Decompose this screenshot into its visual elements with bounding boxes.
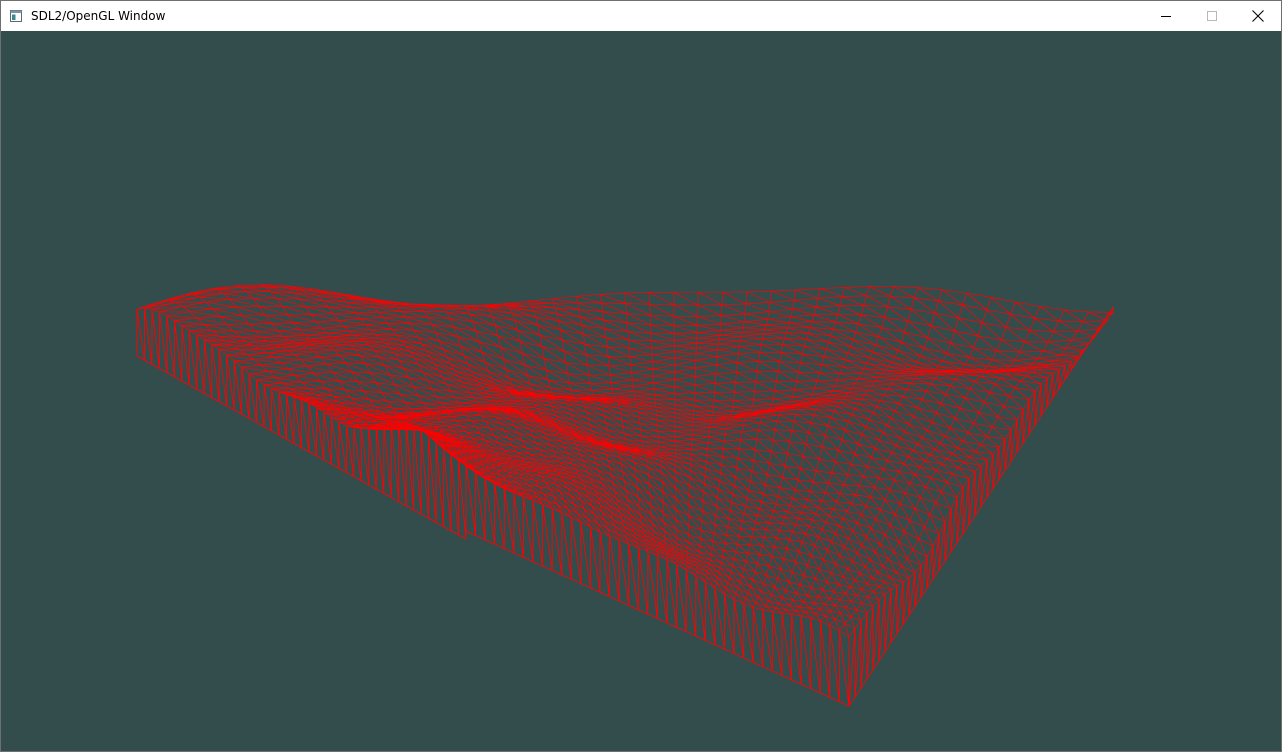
terrain-surface-mesh: [136, 284, 1114, 638]
maximize-icon: [1207, 11, 1217, 21]
maximize-button[interactable]: [1189, 1, 1235, 31]
terrain-wireframe: [136, 284, 1114, 707]
application-window-icon: [10, 10, 22, 22]
minimize-icon: [1161, 16, 1171, 17]
title-bar[interactable]: SDL2/OpenGL Window: [1, 1, 1281, 31]
opengl-viewport[interactable]: [1, 31, 1281, 751]
app-window: SDL2/OpenGL Window: [0, 0, 1282, 752]
terrain-skirt-mesh: [136, 306, 1114, 707]
close-icon: [1252, 10, 1264, 22]
close-button[interactable]: [1235, 1, 1281, 31]
window-title: SDL2/OpenGL Window: [31, 9, 166, 23]
minimize-button[interactable]: [1143, 1, 1189, 31]
